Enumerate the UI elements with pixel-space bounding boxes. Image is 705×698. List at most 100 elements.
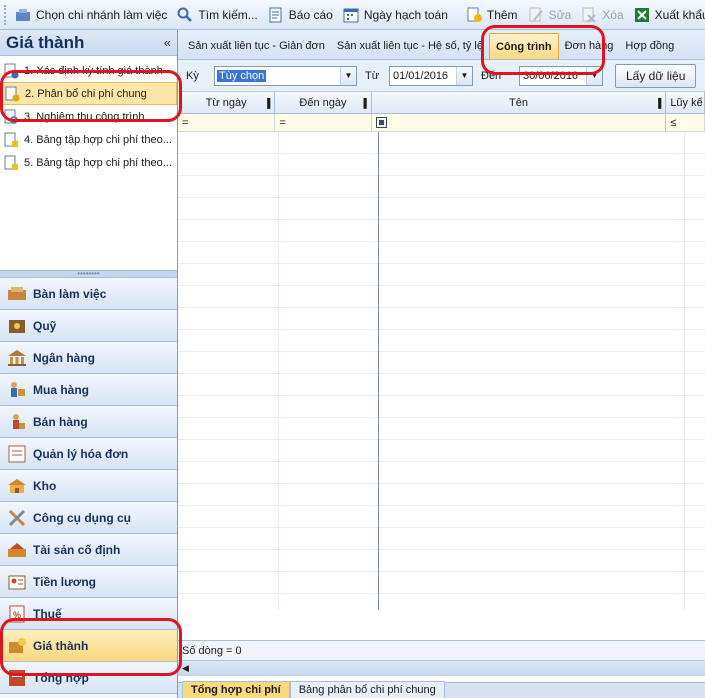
grid-filter-row: = = ≤	[178, 114, 705, 132]
pin-icon[interactable]: ▐	[655, 98, 661, 108]
grid-header: Từ ngày ▐ Đến ngày ▐ Tên ▐ Lũy kế	[178, 92, 705, 114]
excel-icon	[634, 7, 650, 23]
task-label: 1. Xác định kỳ tính giá thành	[24, 64, 163, 77]
task-label: 3. Nghiệm thu công trình	[24, 110, 145, 123]
cost-icon	[6, 635, 28, 657]
panel-splitter[interactable]: ••••••••	[0, 270, 177, 278]
add-button[interactable]: Thêm	[461, 3, 523, 27]
column-header-name[interactable]: Tên ▐	[372, 92, 667, 113]
main-toolbar: Chọn chi nhánh làm việc Tìm kiếm... Báo …	[0, 0, 705, 30]
from-date-field[interactable]: 01/01/2016 ▼	[389, 65, 473, 86]
add-label: Thêm	[486, 7, 518, 22]
column-header-to-date[interactable]: Đến ngày ▐	[275, 92, 372, 113]
calendar-icon	[343, 7, 359, 23]
report-button[interactable]: Báo cáo	[263, 3, 338, 27]
column-header-from-date[interactable]: Từ ngày ▐	[178, 92, 276, 113]
nav-label: Tài sản cố định	[33, 542, 121, 557]
posting-date-button[interactable]: Ngày hạch toán	[338, 3, 453, 27]
task-item-cost-summary-2[interactable]: 5. Bảng tập hợp chi phí theo...	[0, 151, 177, 174]
from-date-value: 01/01/2016	[393, 69, 449, 82]
nav-bank[interactable]: Ngân hàng	[0, 342, 177, 374]
nav-sales[interactable]: Bán hàng	[0, 406, 177, 438]
tab-overhead-allocation[interactable]: Bảng phân bổ chi phí chung	[289, 681, 445, 698]
nav-purchase[interactable]: Mua hàng	[0, 374, 177, 406]
nav-cash[interactable]: Quỹ	[0, 310, 177, 342]
document-icon	[4, 86, 20, 102]
horizontal-scrollbar[interactable]: ◀	[178, 660, 705, 676]
summary-icon	[6, 667, 28, 689]
search-icon	[177, 7, 193, 23]
chevron-down-icon[interactable]: ▼	[340, 66, 356, 85]
task-item-allocate-overhead[interactable]: 2. Phân bổ chi phí chung	[0, 82, 177, 105]
nav-tools[interactable]: Công cụ dụng cụ	[0, 502, 177, 534]
period-value: Tùy chọn	[217, 69, 267, 82]
sales-icon	[6, 411, 28, 433]
nav-label: Quỹ	[33, 318, 57, 333]
fetch-data-button[interactable]: Lấy dữ liệu	[615, 63, 697, 88]
pin-icon[interactable]: ▐	[264, 98, 270, 108]
nav-desk[interactable]: Bàn làm việc	[0, 278, 177, 310]
tab-cost-summary[interactable]: Tổng hợp chi phí	[182, 681, 290, 698]
grid-column-divider	[378, 132, 379, 610]
tab-contracts[interactable]: Hợp đồng	[619, 33, 680, 59]
module-nav: Bàn làm việc Quỹ Ngân hàng Mua hàng Bán …	[0, 278, 177, 694]
choose-branch-label: Chọn chi nhánh làm việc	[36, 7, 168, 22]
toolbar-grip[interactable]	[4, 4, 6, 25]
delete-button[interactable]: Xóa	[576, 3, 628, 27]
tab-orders[interactable]: Đơn hàng	[559, 33, 620, 59]
row-count-text: Số dòng = 0	[182, 644, 242, 657]
task-item-acceptance[interactable]: 3. Nghiệm thu công trình	[0, 105, 177, 128]
filter-cell-to-date[interactable]: =	[275, 114, 372, 131]
column-header-cumulative[interactable]: Lũy kế	[666, 92, 705, 113]
period-label: Kỳ	[186, 69, 199, 82]
document-icon	[3, 63, 19, 79]
nav-label: Kho	[33, 478, 57, 493]
filter-bar: Kỳ Tùy chọn ▼ Từ 01/01/2016 ▼ Đến 30/06/…	[178, 60, 705, 92]
task-item-period[interactable]: 1. Xác định kỳ tính giá thành	[0, 59, 177, 82]
nav-summary[interactable]: Tổng hợp	[0, 662, 177, 694]
nav-tax[interactable]: % Thuế	[0, 598, 177, 630]
nav-label: Ngân hàng	[33, 350, 95, 365]
document-icon	[3, 155, 19, 171]
nav-cost[interactable]: Giá thành	[0, 630, 177, 662]
pin-icon[interactable]: ▐	[360, 98, 366, 108]
filter-cell-from-date[interactable]: =	[178, 114, 276, 131]
nav-warehouse[interactable]: Kho	[0, 470, 177, 502]
nav-label: Tổng hợp	[33, 670, 89, 685]
delete-icon	[581, 7, 597, 23]
scroll-left-icon[interactable]: ◀	[182, 663, 189, 674]
collapse-icon[interactable]: «	[164, 35, 171, 50]
filter-cell-cumulative[interactable]: ≤	[666, 114, 705, 131]
edit-button[interactable]: Sửa	[523, 3, 577, 27]
to-date-value: 30/06/2016	[523, 69, 579, 82]
choose-branch-button[interactable]: Chọn chi nhánh làm việc	[10, 3, 172, 27]
payroll-icon	[6, 571, 28, 593]
tab-construction[interactable]: Công trình	[489, 33, 559, 59]
filter-operator: =	[279, 116, 286, 129]
grid-body[interactable]	[178, 132, 705, 610]
row-count-footer: Số dòng = 0	[178, 640, 705, 660]
export-label: Xuất khẩu	[654, 7, 705, 22]
task-label: 5. Bảng tập hợp chi phí theo...	[24, 156, 172, 169]
tab-continuous-ratio[interactable]: Sản xuất liên tục - Hệ số, tỷ lệ	[331, 33, 489, 59]
tab-continuous-simple[interactable]: Sản xuất liên tục - Giản đơn	[182, 33, 331, 59]
desk-icon	[6, 283, 28, 305]
filter-checkbox-icon[interactable]	[375, 117, 387, 128]
grid-column-divider	[684, 132, 685, 610]
task-item-cost-summary-1[interactable]: 4. Bảng tập hợp chi phí theo...	[0, 128, 177, 151]
report-icon	[268, 7, 284, 23]
chevron-down-icon[interactable]: ▼	[456, 66, 472, 85]
filter-cell-name[interactable]	[372, 114, 667, 131]
search-button[interactable]: Tìm kiếm...	[172, 3, 262, 27]
export-button[interactable]: Xuất khẩu	[629, 3, 705, 27]
tax-icon: %	[6, 603, 28, 625]
tools-icon	[6, 507, 28, 529]
nav-label: Tiền lương	[33, 574, 96, 589]
to-date-field[interactable]: 30/06/2016 ▼	[519, 65, 603, 86]
nav-invoice[interactable]: Quản lý hóa đơn	[0, 438, 177, 470]
period-select[interactable]: Tùy chọn ▼	[214, 65, 357, 86]
nav-payroll[interactable]: Tiền lương	[0, 566, 177, 598]
nav-assets[interactable]: Tài sản cố định	[0, 534, 177, 566]
assets-icon	[6, 539, 28, 561]
chevron-down-icon[interactable]: ▼	[586, 66, 602, 85]
